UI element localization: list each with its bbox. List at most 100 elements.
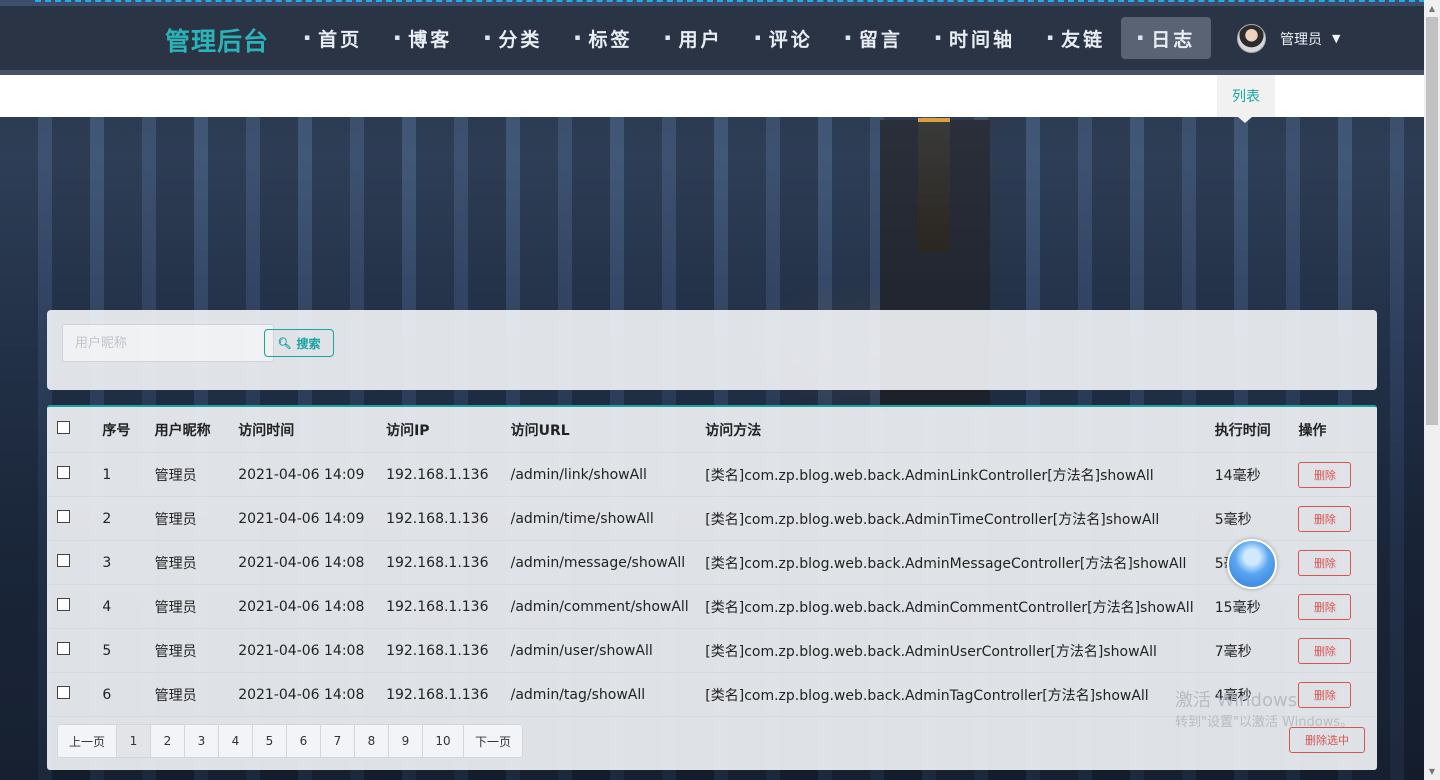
- nav-item-label: 用户: [678, 28, 723, 51]
- nav-bullet-icon: ▪: [664, 33, 674, 43]
- nav-item-label: 标签: [588, 28, 633, 51]
- cell-nickname: 管理员: [154, 672, 239, 717]
- floating-assistant-icon[interactable]: [1227, 539, 1277, 589]
- prev-page-button[interactable]: 上一页: [58, 725, 117, 757]
- nav-bullet-icon: ▪: [1047, 33, 1057, 43]
- row-checkbox[interactable]: [57, 466, 70, 479]
- nav-item-3[interactable]: ▪ 标签: [558, 6, 648, 70]
- nav-item-1[interactable]: ▪ 博客: [378, 6, 468, 70]
- cell-no: 5: [102, 628, 155, 673]
- page-button-3[interactable]: 3: [185, 725, 219, 757]
- scroll-down-arrow-icon[interactable]: ▼: [1424, 763, 1440, 780]
- page-button-1[interactable]: 1: [117, 725, 151, 757]
- user-menu[interactable]: 管理员 ▼: [1237, 24, 1340, 53]
- nav-item-label: 博客: [408, 28, 453, 51]
- row-checkbox[interactable]: [57, 686, 70, 699]
- delete-row-button[interactable]: 删除: [1298, 461, 1352, 488]
- header-exec-time: 执行时间: [1214, 407, 1299, 453]
- cell-ip: 192.168.1.136: [386, 540, 511, 585]
- brand-title[interactable]: 管理后台: [165, 22, 269, 58]
- scrollbar-thumb[interactable]: [1426, 17, 1438, 425]
- nav-item-4[interactable]: ▪ 用户: [649, 6, 739, 70]
- cell-method: [类名]com.zp.blog.web.back.AdminTagControl…: [705, 672, 1215, 717]
- nav-bullet-icon: ▪: [1137, 33, 1147, 43]
- page-button-6[interactable]: 6: [287, 725, 321, 757]
- page-button-4[interactable]: 4: [219, 725, 253, 757]
- header-no: 序号: [102, 407, 155, 453]
- delete-row-button[interactable]: 删除: [1298, 505, 1352, 532]
- nav-menu: ▪ 首页 ▪ 博客 ▪ 分类 ▪ 标签 ▪ 用户 ▪ 评论 ▪ 留言 ▪ 时间轴 ▪ 友链 ▪ 日志: [288, 6, 1212, 70]
- search-button-label: 搜索: [296, 336, 321, 351]
- delete-row-button[interactable]: 删除: [1298, 549, 1352, 576]
- cell-time: 2021-04-06 14:09: [238, 496, 387, 541]
- cell-url: /admin/message/showAll: [510, 540, 706, 585]
- page-button-10[interactable]: 10: [423, 725, 464, 757]
- nav-item-label: 日志: [1151, 28, 1196, 51]
- cell-no: 3: [102, 540, 155, 585]
- header-method: 访问方法: [705, 407, 1215, 453]
- cell-no: 6: [102, 672, 155, 717]
- nav-item-2[interactable]: ▪ 分类: [468, 6, 558, 70]
- cell-nickname: 管理员: [154, 628, 239, 673]
- nav-item-8[interactable]: ▪ 友链: [1031, 6, 1121, 70]
- search-button[interactable]: 🔍︎ 搜索: [264, 329, 334, 357]
- nav-bullet-icon: ▪: [394, 33, 404, 43]
- next-page-button[interactable]: 下一页: [464, 725, 522, 757]
- watermark-line1: 激活 Windows: [1175, 690, 1298, 711]
- nav-item-6[interactable]: ▪ 留言: [829, 6, 919, 70]
- row-checkbox[interactable]: [57, 598, 70, 611]
- table-row: 5 管理员 2021-04-06 14:08 192.168.1.136/admin/…: [47, 628, 1377, 673]
- cell-method: [类名]com.zp.blog.web.back.AdminCommentCon…: [705, 584, 1215, 629]
- table-row: 3 管理员 2021-04-06 14:08 192.168.1.136/admin/…: [47, 540, 1377, 585]
- nav-bullet-icon: ▪: [574, 33, 584, 43]
- page-button-8[interactable]: 8: [355, 725, 389, 757]
- nickname-search-input[interactable]: [62, 324, 274, 362]
- cell-no: 1: [102, 452, 155, 497]
- delete-row-button[interactable]: 删除: [1298, 637, 1352, 664]
- watermark-line2: 转到"设置"以激活 Windows。: [1175, 715, 1354, 730]
- page-button-2[interactable]: 2: [151, 725, 185, 757]
- nav-item-label: 分类: [498, 28, 543, 51]
- cell-method: [类名]com.zp.blog.web.back.AdminTimeContro…: [705, 496, 1215, 541]
- nav-item-label: 留言: [858, 28, 903, 51]
- sub-navbar: [0, 75, 1424, 117]
- row-checkbox[interactable]: [57, 554, 70, 567]
- header-ip: 访问IP: [386, 407, 511, 453]
- nav-bullet-icon: ▪: [304, 33, 314, 43]
- page-button-7[interactable]: 7: [321, 725, 355, 757]
- header-nickname: 用户昵称: [154, 407, 239, 453]
- row-checkbox[interactable]: [57, 642, 70, 655]
- table-header-row: 序号 用户昵称 访问时间 访问IP 访问URL 访问方法 执行时间 操作: [47, 407, 1377, 453]
- nav-item-5[interactable]: ▪ 评论: [739, 6, 829, 70]
- tab-pointer: [1238, 117, 1252, 123]
- cell-time: 2021-04-06 14:08: [238, 584, 387, 629]
- page-button-9[interactable]: 9: [389, 725, 423, 757]
- cell-ip: 192.168.1.136: [386, 672, 511, 717]
- nav-item-label: 友链: [1061, 28, 1106, 51]
- cell-exec: 14毫秒: [1214, 452, 1299, 497]
- avatar[interactable]: [1237, 24, 1266, 53]
- tab-list[interactable]: 列表: [1217, 75, 1275, 117]
- cell-time: 2021-04-06 14:08: [238, 672, 387, 717]
- nav-item-9[interactable]: ▪ 日志: [1121, 17, 1212, 59]
- caret-down-icon: ▼: [1332, 32, 1341, 45]
- nav-item-0[interactable]: ▪ 首页: [288, 6, 378, 70]
- delete-row-button[interactable]: 删除: [1298, 593, 1352, 620]
- cell-exec: 5毫秒: [1214, 496, 1299, 541]
- window-edge-dashed-line: [35, 0, 1425, 4]
- scroll-up-arrow-icon[interactable]: ▲: [1424, 0, 1440, 17]
- row-checkbox[interactable]: [57, 510, 70, 523]
- cell-method: [类名]com.zp.blog.web.back.AdminMessageCon…: [705, 540, 1215, 585]
- nav-item-7[interactable]: ▪ 时间轴: [919, 6, 1031, 70]
- select-all-checkbox[interactable]: [57, 421, 70, 434]
- nav-bullet-icon: ▪: [934, 33, 944, 43]
- cell-exec: 7毫秒: [1214, 628, 1299, 673]
- cell-time: 2021-04-06 14:08: [238, 540, 387, 585]
- page-button-5[interactable]: 5: [253, 725, 287, 757]
- nav-item-label: 评论: [768, 28, 813, 51]
- cell-url: /admin/link/showAll: [510, 452, 706, 497]
- cell-ip: 192.168.1.136: [386, 496, 511, 541]
- cell-url: /admin/user/showAll: [510, 628, 706, 673]
- cell-no: 4: [102, 584, 155, 629]
- top-navbar: 管理后台 ▪ 首页 ▪ 博客 ▪ 分类 ▪ 标签 ▪ 用户 ▪ 评论 ▪ 留言 ▪ 时间轴 ▪ 友链 ▪ 日志 管理员…: [0, 6, 1424, 75]
